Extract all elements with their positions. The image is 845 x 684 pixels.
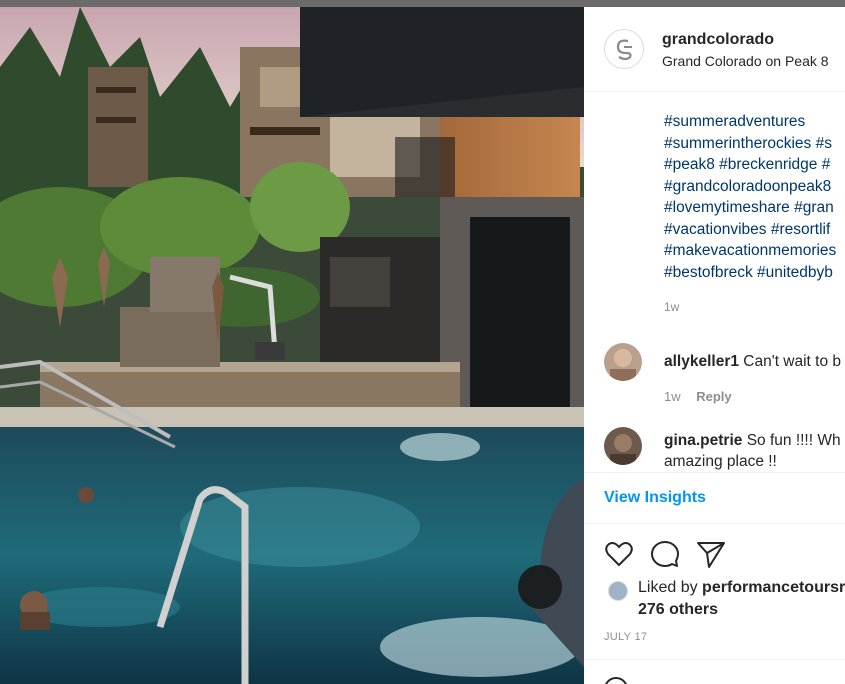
liked-by-line: Liked by performancetoursr [638,579,845,597]
likes-others-count[interactable]: 276 others [638,601,718,619]
emoji-icon[interactable] [604,677,628,684]
post-location[interactable]: Grand Colorado on Peak 8 [662,53,829,69]
comment-avatar[interactable] [604,427,642,465]
caption-line[interactable]: #lovemytimeshare #gran [664,197,845,219]
post-photo[interactable] [0,7,584,684]
caption-line[interactable]: #summeradventures [664,111,845,133]
caption-line[interactable]: #makevacationmemories [664,240,845,262]
post-side-panel: grandcolorado Grand Colorado on Peak 8 #… [584,7,845,684]
divider [584,659,845,660]
heart-icon[interactable] [604,539,634,569]
caption-line[interactable]: #summerintherockies #s [664,133,845,155]
comment-avatar[interactable] [604,343,642,381]
post-header: grandcolorado Grand Colorado on Peak 8 [584,7,845,92]
comment-meta: 1w Reply [664,389,732,404]
brand-logo-icon [616,39,632,61]
comment-username[interactable]: allykeller1 [664,353,739,370]
caption-line[interactable]: #grandcoloradoonpeak8 [664,176,845,198]
post-username[interactable]: grandcolorado [662,31,774,49]
comment-time[interactable]: 1w [664,389,681,404]
comment-item: allykeller1 Can't wait to b 1w Reply [584,343,845,413]
insights-bar: View Insights [584,472,845,524]
liked-by-user[interactable]: performancetoursr [702,579,845,596]
pool-scene-image [0,7,584,684]
comment-username[interactable]: gina.petrie [664,432,742,449]
browser-top-bar [0,0,845,7]
reply-button[interactable]: Reply [696,389,731,404]
caption-timestamp[interactable]: 1w [664,300,845,314]
comment-text: allykeller1 Can't wait to b [664,351,841,372]
comment-bubble-icon[interactable] [650,539,680,569]
comment-text: gina.petrie So fun !!!! Wh [664,430,841,451]
caption-line[interactable]: #bestofbreck #unitedbyb [664,262,845,284]
liker-avatar[interactable] [608,581,628,601]
post-caption: #summeradventures #summerintherockies #s… [664,111,845,314]
view-insights-link[interactable]: View Insights [604,489,706,507]
comment-item: gina.petrie So fun !!!! Wh amazing place… [584,425,845,473]
caption-line[interactable]: #vacationvibes #resortlif [664,219,845,241]
caption-line[interactable]: #peak8 #breckenridge # [664,154,845,176]
liked-by-prefix: Liked by [638,579,698,596]
comment-body: Can't wait to b [743,353,842,370]
profile-avatar[interactable] [604,29,644,69]
comment-text-line2: amazing place !! [664,453,777,470]
comment-body: So fun !!!! Wh [746,432,841,449]
paper-plane-icon[interactable] [696,539,726,569]
post-date[interactable]: JULY 17 [604,631,647,643]
